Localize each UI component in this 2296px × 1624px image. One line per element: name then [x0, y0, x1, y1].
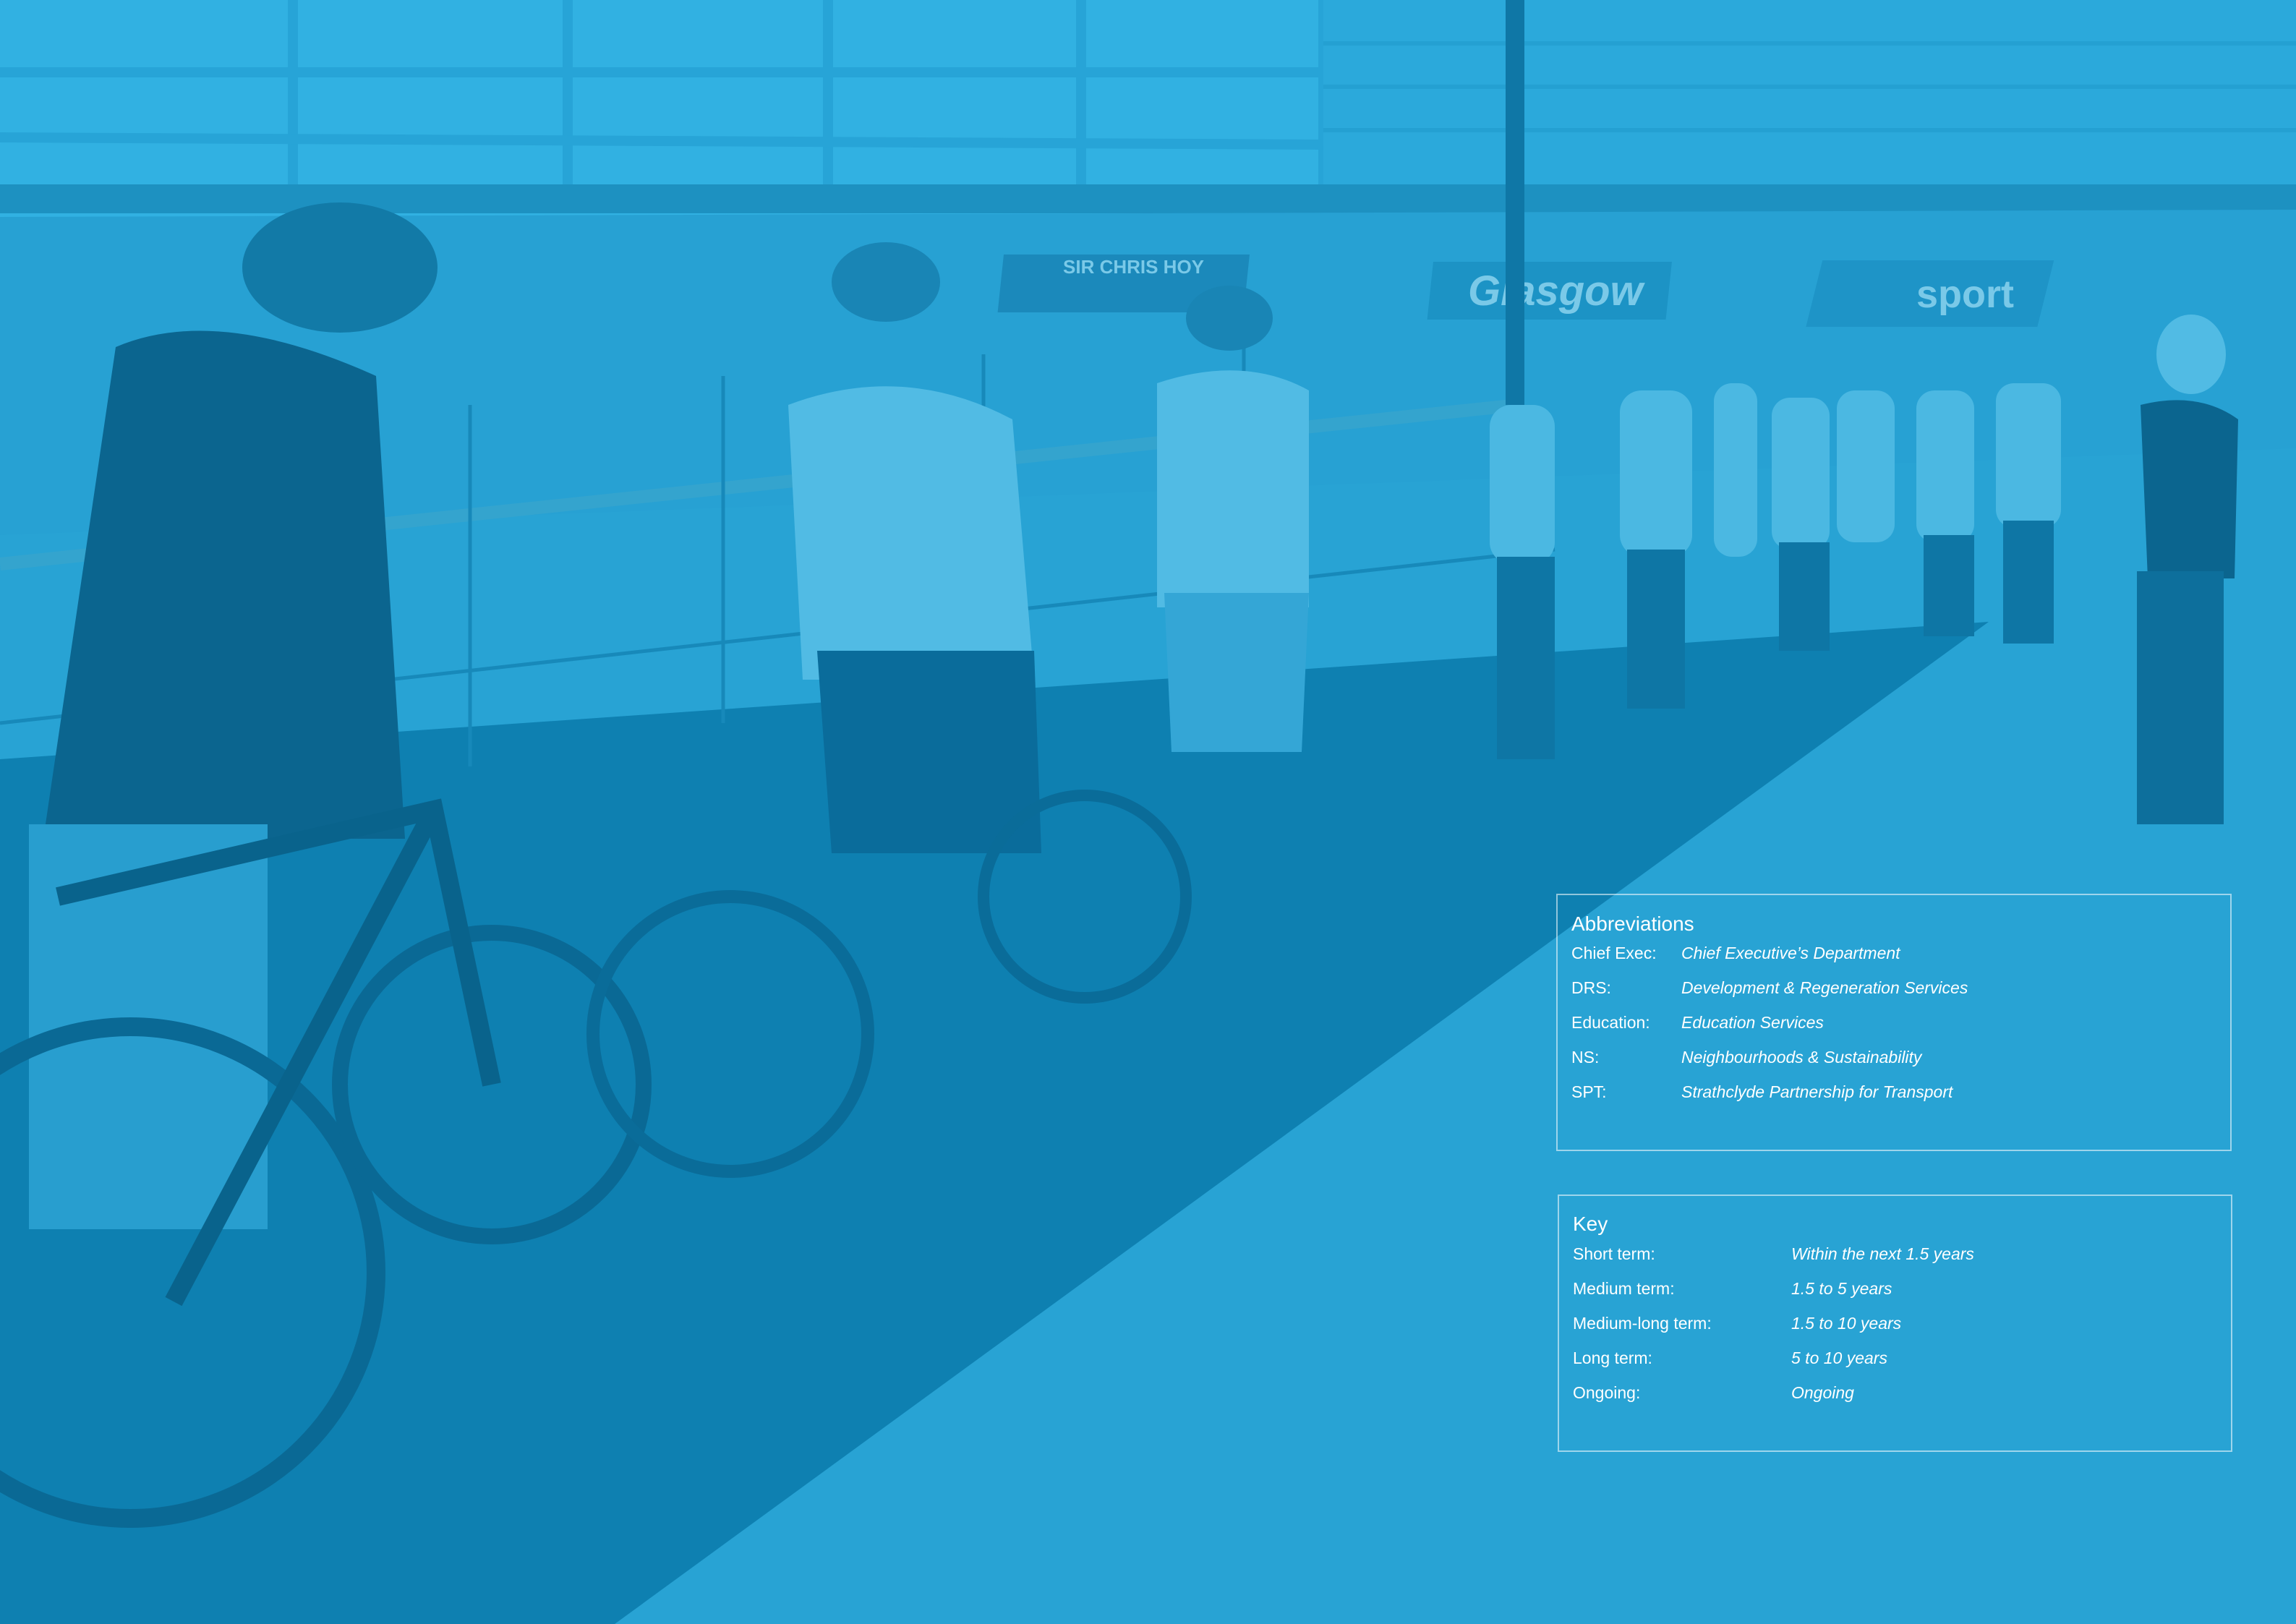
- abbreviation-term: SPT:: [1571, 1082, 1607, 1101]
- abbreviations-panel: Abbreviations Chief Exec: Chief Executiv…: [1556, 894, 2232, 1151]
- abbreviation-term: Education:: [1571, 1013, 1650, 1032]
- abbreviation-meaning: Neighbourhoods & Sustainability: [1681, 1048, 1922, 1067]
- key-meaning: Ongoing: [1791, 1383, 1854, 1402]
- abbreviation-meaning: Education Services: [1681, 1013, 1824, 1032]
- abbreviation-term: Chief Exec:: [1571, 944, 1657, 962]
- key-term: Ongoing:: [1573, 1383, 1641, 1402]
- key-title: Key: [1573, 1213, 1608, 1235]
- abbreviation-meaning: Development & Regeneration Services: [1681, 978, 1968, 997]
- key-meaning: Within the next 1.5 years: [1791, 1244, 1974, 1263]
- abbreviation-meaning: Chief Executive’s Department: [1681, 944, 1900, 962]
- abbreviations-title: Abbreviations: [1571, 913, 1694, 935]
- key-term: Short term:: [1573, 1244, 1655, 1263]
- key-term: Long term:: [1573, 1349, 1652, 1367]
- key-term: Medium-long term:: [1573, 1314, 1712, 1333]
- key-meaning: 5 to 10 years: [1791, 1349, 1887, 1367]
- abbreviation-meaning: Strathclyde Partnership for Transport: [1681, 1082, 1953, 1101]
- key-meaning: 1.5 to 10 years: [1791, 1314, 1902, 1333]
- key-panel: Key Short term: Within the next 1.5 year…: [1558, 1195, 2232, 1452]
- abbreviation-term: NS:: [1571, 1048, 1600, 1067]
- abbreviation-term: DRS:: [1571, 978, 1611, 997]
- key-term: Medium term:: [1573, 1279, 1675, 1298]
- key-meaning: 1.5 to 5 years: [1791, 1279, 1892, 1298]
